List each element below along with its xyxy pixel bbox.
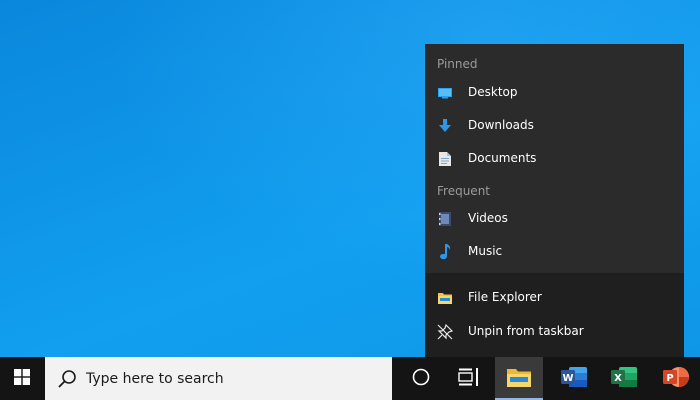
- task-view-button[interactable]: [445, 357, 493, 400]
- jumplist-item-videos[interactable]: Videos: [425, 204, 684, 234]
- file-explorer-icon: [437, 290, 453, 306]
- windows-logo-icon: [14, 368, 30, 389]
- jumplist-item-label: Documents: [468, 151, 537, 165]
- jumplist-item-documents[interactable]: Documents: [425, 144, 684, 174]
- jumplist-item-label: Videos: [468, 211, 508, 225]
- taskbar-app-powerpoint[interactable]: P: [652, 357, 700, 400]
- jumplist-item-desktop[interactable]: Desktop: [425, 78, 684, 108]
- jumplist-actions: File Explorer Unpin from taskbar: [425, 273, 684, 357]
- unpin-icon: [437, 324, 453, 340]
- search-box[interactable]: Type here to search: [45, 357, 392, 400]
- jumplist-action-label: File Explorer: [468, 290, 542, 304]
- taskbar: Type here to search W X P: [0, 357, 700, 400]
- jumplist-item-label: Music: [468, 244, 503, 258]
- jumplist-action-unpin[interactable]: Unpin from taskbar: [425, 317, 684, 347]
- powerpoint-icon: P: [663, 365, 689, 393]
- cortana-button[interactable]: [397, 357, 445, 400]
- jumplist-item-music[interactable]: Music: [425, 237, 684, 267]
- svg-text:X: X: [614, 373, 622, 384]
- jumplist-item-label: Desktop: [468, 85, 518, 99]
- task-view-icon: [458, 367, 480, 390]
- desktop-folder-icon: [437, 85, 453, 101]
- video-icon: [437, 211, 453, 227]
- jump-list: Pinned Desktop Downloads Documents Frequ…: [425, 44, 684, 357]
- frequent-header: Frequent: [437, 184, 490, 198]
- start-button[interactable]: [0, 357, 44, 400]
- jumplist-action-label: Unpin from taskbar: [468, 324, 584, 338]
- search-placeholder: Type here to search: [86, 371, 224, 387]
- taskbar-app-excel[interactable]: X: [600, 357, 648, 400]
- jumplist-item-label: Downloads: [468, 118, 534, 132]
- svg-text:W: W: [562, 373, 573, 384]
- jumplist-item-downloads[interactable]: Downloads: [425, 111, 684, 141]
- music-note-icon: [437, 244, 453, 260]
- download-arrow-icon: [437, 118, 453, 134]
- taskbar-app-word[interactable]: W: [550, 357, 598, 400]
- svg-text:P: P: [666, 373, 673, 384]
- taskbar-app-file-explorer[interactable]: [495, 357, 543, 400]
- word-icon: W: [561, 365, 587, 393]
- file-explorer-icon: [507, 367, 531, 391]
- pinned-header: Pinned: [437, 57, 478, 71]
- search-icon: [57, 369, 77, 389]
- jumplist-action-file-explorer[interactable]: File Explorer: [425, 283, 684, 313]
- excel-icon: X: [611, 365, 637, 393]
- document-icon: [437, 151, 453, 167]
- cortana-circle-icon: [412, 368, 430, 390]
